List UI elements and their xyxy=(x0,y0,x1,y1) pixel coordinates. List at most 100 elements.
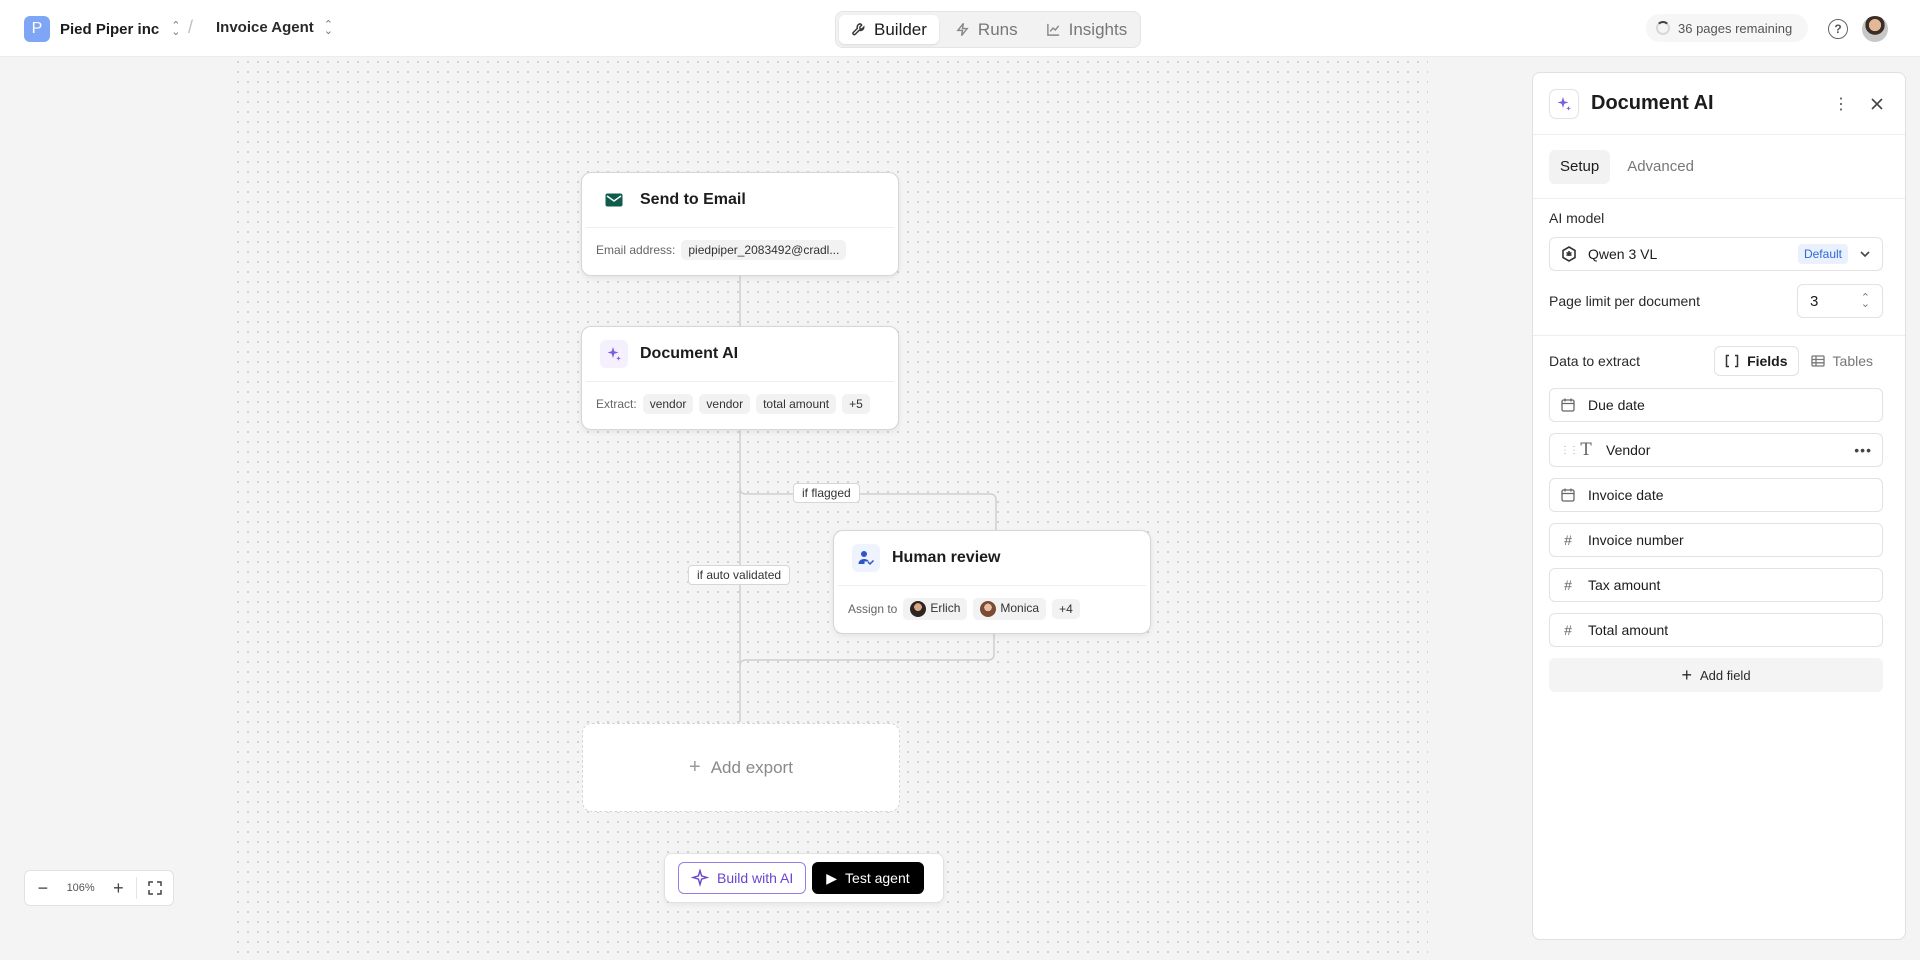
agent-switcher[interactable]: Invoice Agent ⌃ ⌄ xyxy=(216,19,333,36)
extract-chip: vendor xyxy=(699,394,751,414)
assignee-name: Erlich xyxy=(930,601,961,616)
tab-label: Runs xyxy=(977,19,1018,39)
field-invoice-number[interactable]: # Invoice number xyxy=(1549,523,1883,557)
field-invoice-date[interactable]: Invoice date xyxy=(1549,478,1883,512)
tab-builder[interactable]: Builder xyxy=(839,15,939,44)
text-type-icon: T xyxy=(1580,440,1592,460)
node-header: Document AI xyxy=(586,327,894,382)
ai-model-select[interactable]: Qwen 3 VL Default xyxy=(1549,237,1883,271)
fields-mode-button[interactable]: Fields xyxy=(1714,346,1799,376)
ai-model-value: Qwen 3 VL xyxy=(1588,246,1658,262)
field-label: Due date xyxy=(1588,397,1645,413)
node-title: Send to Email xyxy=(640,191,746,208)
avatar xyxy=(980,601,997,617)
add-export-node[interactable]: + Add export xyxy=(582,723,900,812)
extract-chip: total amount xyxy=(756,394,837,414)
build-with-ai-button[interactable]: Build with AI xyxy=(678,862,807,894)
test-agent-button[interactable]: ▶ Test agent xyxy=(812,862,924,894)
edge-label-auto-validated[interactable]: if auto validated xyxy=(688,565,791,585)
user-avatar[interactable] xyxy=(1862,16,1888,42)
add-field-button[interactable]: + Add field xyxy=(1549,658,1883,692)
wrench-icon xyxy=(852,23,865,36)
field-label: Invoice number xyxy=(1588,532,1684,548)
field-tax-amount[interactable]: # Tax amount xyxy=(1549,568,1883,602)
node-send-to-email[interactable]: Send to Email Email address: piedpiper_2… xyxy=(581,172,899,276)
zoom-out-button[interactable]: − xyxy=(25,871,61,905)
avatar xyxy=(910,601,927,617)
add-export-label: Add export xyxy=(710,757,793,777)
default-badge: Default xyxy=(1797,244,1848,264)
calendar-icon xyxy=(1560,398,1576,412)
field-label: Extract: xyxy=(596,397,637,411)
minus-icon: − xyxy=(37,877,49,898)
zoom-level: 106% xyxy=(66,882,95,894)
page-limit-label: Page limit per document xyxy=(1549,293,1700,309)
more-horizontal-icon[interactable]: ••• xyxy=(1854,442,1872,458)
tab-insights[interactable]: Insights xyxy=(1034,15,1140,44)
view-tabs: Builder Runs Insights xyxy=(835,11,1141,48)
sparkle-icon xyxy=(1549,88,1579,119)
sparkle-icon xyxy=(600,340,628,368)
bottom-action-bar: Build with AI ▶ Test agent xyxy=(664,853,944,903)
panel-tabs: Setup Advanced xyxy=(1533,135,1905,199)
node-title: Document AI xyxy=(640,345,739,362)
hash-icon: # xyxy=(1564,577,1572,593)
tab-runs[interactable]: Runs xyxy=(943,15,1030,44)
chart-line-icon xyxy=(1046,23,1059,36)
field-label: Assign to xyxy=(848,602,898,616)
assignee-name: Monica xyxy=(1000,601,1040,616)
node-settings-panel: Document AI ⋮ Setup Advanced AI model Qw… xyxy=(1532,72,1906,940)
add-field-label: Add field xyxy=(1699,667,1751,683)
loading-spinner-icon xyxy=(1656,21,1670,35)
more-chip: +5 xyxy=(842,394,870,414)
email-address-chip: piedpiper_2083492@cradl... xyxy=(681,240,847,260)
close-icon[interactable] xyxy=(1865,92,1889,116)
extract-mode-toggle: Fields Tables xyxy=(1714,346,1883,376)
hash-icon: # xyxy=(1564,532,1572,548)
node-body: Email address: piedpiper_2083492@cradl..… xyxy=(582,228,898,260)
more-chip: +4 xyxy=(1052,599,1080,619)
pages-remaining-text: 36 pages remaining xyxy=(1678,20,1793,36)
play-icon: ▶ xyxy=(826,869,838,886)
node-document-ai[interactable]: Document AI Extract: vendor vendor total… xyxy=(581,326,899,430)
breadcrumb-separator: / xyxy=(188,17,194,37)
node-header: Send to Email xyxy=(586,173,894,228)
more-vertical-icon[interactable]: ⋮ xyxy=(1829,92,1853,116)
data-to-extract-label: Data to extract xyxy=(1549,353,1641,369)
tables-mode-label: Tables xyxy=(1832,353,1873,369)
extract-chip: vendor xyxy=(642,394,694,414)
chevron-updown-icon: ⌃ ⌄ xyxy=(171,20,181,38)
node-body: Extract: vendor vendor total amount +5 xyxy=(582,382,898,414)
calendar-icon xyxy=(1560,488,1576,502)
field-total-amount[interactable]: # Total amount xyxy=(1549,613,1883,647)
page-limit-stepper[interactable]: 3 ⌃ ⌄ xyxy=(1797,284,1883,318)
zoom-in-button[interactable]: + xyxy=(101,871,137,905)
ai-model-label: AI model xyxy=(1549,210,1605,226)
assignee-chip: Monica xyxy=(973,598,1047,620)
workspace-switcher[interactable]: P Pied Piper inc ⌃ ⌄ xyxy=(24,16,180,42)
edge-label-flagged[interactable]: if flagged xyxy=(793,483,860,503)
field-label: Tax amount xyxy=(1588,577,1661,593)
node-human-review[interactable]: Human review Assign to Erlich Monica +4 xyxy=(833,530,1151,634)
node-body: Assign to Erlich Monica +4 xyxy=(834,586,1150,620)
table-icon xyxy=(1810,355,1825,367)
hash-icon: # xyxy=(1564,622,1572,638)
tab-setup[interactable]: Setup xyxy=(1549,149,1611,184)
zoom-controls: − 106% + xyxy=(24,870,174,906)
top-bar: P Pied Piper inc ⌃ ⌄ / Invoice Agent ⌃ ⌄ B… xyxy=(0,0,1920,57)
workspace-name: Pied Piper inc xyxy=(60,20,160,38)
button-label: Test agent xyxy=(845,870,910,886)
fit-view-button[interactable] xyxy=(137,871,173,905)
plus-icon: + xyxy=(689,756,701,778)
page-limit-row: Page limit per document 3 ⌃ ⌄ xyxy=(1549,284,1883,318)
field-label: Email address: xyxy=(596,243,676,257)
tables-mode-button[interactable]: Tables xyxy=(1801,346,1883,376)
chevron-updown-icon: ⌃ ⌄ xyxy=(1860,292,1870,310)
field-vendor[interactable]: ⋮⋮ T Vendor ••• xyxy=(1549,433,1883,467)
drag-handle-icon[interactable]: ⋮⋮ xyxy=(1560,445,1579,456)
help-icon[interactable]: ? xyxy=(1828,19,1848,39)
field-due-date[interactable]: Due date xyxy=(1549,388,1883,422)
tab-advanced[interactable]: Advanced xyxy=(1616,150,1705,184)
chevron-down-icon xyxy=(1860,251,1870,258)
panel-title: Document AI xyxy=(1591,92,1714,114)
